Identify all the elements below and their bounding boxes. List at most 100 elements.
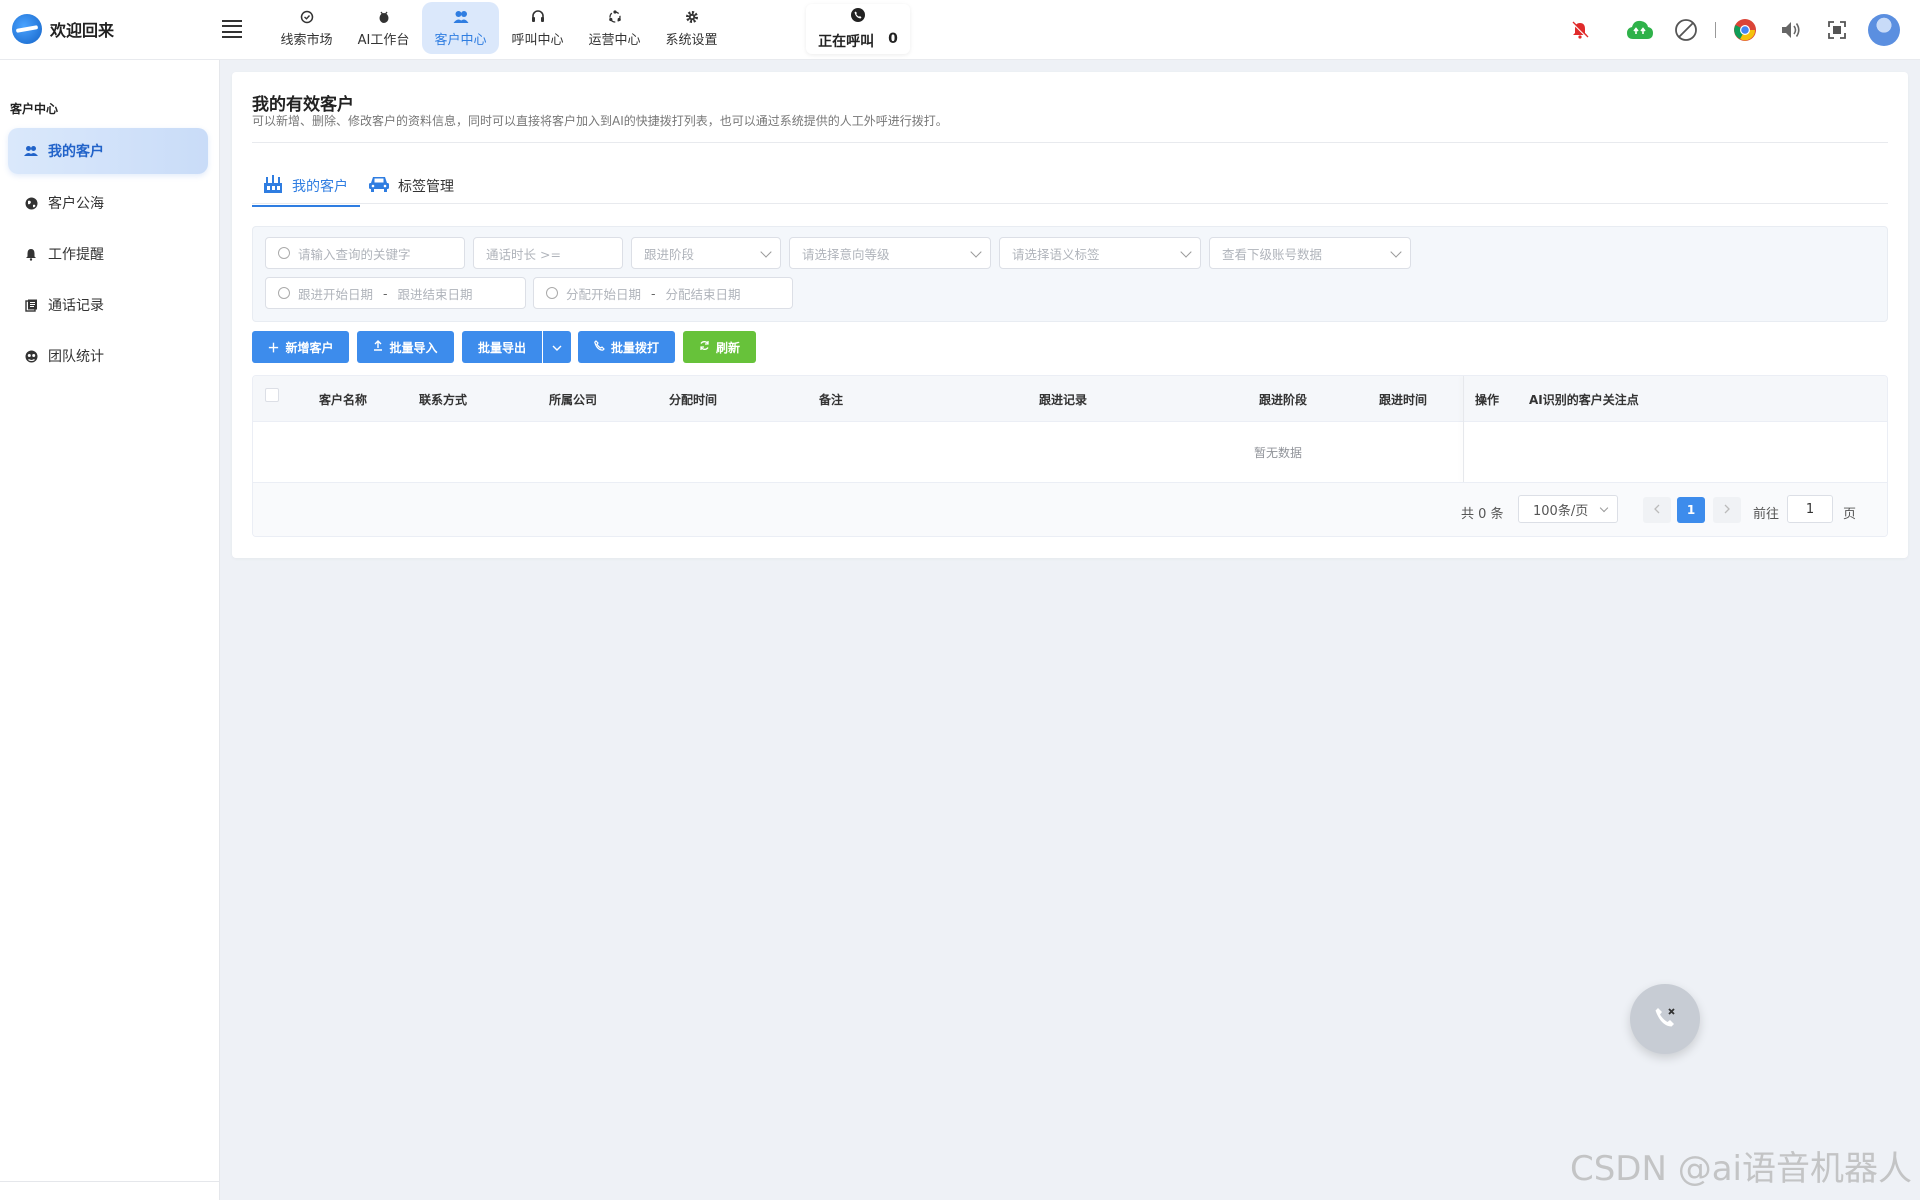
chrome-icon[interactable]	[1722, 14, 1768, 46]
tab-label: 我的客户	[292, 179, 348, 195]
clock-icon	[546, 287, 558, 299]
nav-label: 运营中心	[588, 32, 641, 48]
nav-item-settings[interactable]: 系统设置	[653, 2, 730, 54]
sidebar-item-label: 客户公海	[48, 196, 104, 212]
brand-title: 欢迎回来	[50, 21, 115, 40]
export-dropdown-button[interactable]	[543, 331, 571, 363]
column-header[interactable]: 跟进阶段	[1259, 391, 1307, 408]
factory-icon	[262, 174, 284, 198]
column-header[interactable]: 联系方式	[419, 391, 467, 408]
sidebar-title: 客户中心	[10, 102, 59, 116]
nav-label: AI工作台	[357, 32, 410, 48]
cloud-sync-icon[interactable]	[1617, 14, 1663, 46]
placeholder-text: 跟进阶段	[644, 246, 695, 262]
block-icon[interactable]	[1663, 14, 1709, 46]
chevron-down-icon	[970, 246, 982, 258]
start-date-placeholder: 分配开始日期	[566, 286, 642, 302]
nav-item-ai-workbench[interactable]: AI工作台	[345, 2, 422, 54]
sidebar-item-label: 团队统计	[48, 349, 104, 365]
tabs: 我的客户 标签管理	[252, 168, 464, 207]
bell-icon	[24, 247, 38, 261]
users-icon	[453, 9, 469, 25]
assign-date-range[interactable]: 分配开始日期 - 分配结束日期	[533, 277, 793, 309]
column-header[interactable]: 客户名称	[319, 391, 367, 408]
empty-state: 暂无数据	[1253, 445, 1302, 460]
sidebar-item-public-pool[interactable]: 客户公海	[8, 180, 208, 226]
table-header: 客户名称 联系方式 所属公司 分配时间 备注 跟进记录 跟进阶段 跟进时间 AI…	[253, 376, 1887, 422]
goto-label: 前往	[1753, 507, 1780, 522]
add-customer-button[interactable]: ＋ 新增客户	[252, 331, 349, 363]
volume-icon[interactable]	[1768, 14, 1814, 46]
brand[interactable]: 欢迎回来	[12, 14, 114, 44]
follow-date-range[interactable]: 跟进开始日期 - 跟进结束日期	[265, 277, 526, 309]
select-all-checkbox[interactable]	[265, 388, 279, 402]
chevron-right-icon	[1724, 503, 1730, 517]
column-header[interactable]: 备注	[819, 391, 843, 408]
nav-label: 线索市场	[280, 32, 333, 48]
sidebar-item-work-reminder[interactable]: 工作提醒	[8, 231, 208, 277]
top-bar: 欢迎回来 线索市场 AI工作台 客户中心 呼叫中心 运营中心 系统设置 正在呼叫…	[0, 0, 1920, 60]
placeholder-text: 查看下级账号数据	[1222, 246, 1323, 262]
nav-label: 客户中心	[434, 32, 487, 48]
fullscreen-icon[interactable]	[1814, 14, 1860, 46]
sidebar-item-label: 我的客户	[48, 144, 104, 160]
refresh-button[interactable]: 刷新	[683, 331, 756, 363]
refresh-icon	[699, 340, 710, 354]
placeholder-text: 通话时长 >=	[486, 246, 561, 262]
page-number-button[interactable]: 1	[1677, 497, 1705, 523]
chevron-down-icon	[1390, 246, 1402, 258]
column-header[interactable]: 所属公司	[549, 391, 597, 408]
next-page-button[interactable]	[1713, 497, 1741, 523]
separator	[1715, 22, 1716, 38]
sidebar-item-call-records[interactable]: 通话记录	[8, 282, 208, 328]
calling-label: 正在呼叫	[818, 34, 875, 50]
column-header[interactable]: 分配时间	[669, 391, 717, 408]
nav-label: 系统设置	[665, 32, 718, 48]
bell-off-icon[interactable]	[1557, 14, 1603, 46]
chevron-down-icon	[1599, 503, 1609, 513]
call-duration-input[interactable]: 通话时长 >=	[473, 237, 623, 269]
batch-export-button[interactable]: 批量导出	[462, 331, 542, 363]
nav-item-call-center[interactable]: 呼叫中心	[499, 2, 576, 54]
subaccount-select[interactable]: 查看下级账号数据	[1209, 237, 1411, 269]
intent-level-select[interactable]: 请选择意向等级	[789, 237, 991, 269]
column-header[interactable]: 操作	[1475, 391, 1499, 408]
bug-icon	[376, 9, 392, 25]
calling-count: 0	[888, 31, 898, 47]
globe-icon	[24, 196, 38, 210]
sidebar-item-my-customers[interactable]: 我的客户	[8, 128, 208, 174]
page-size-select[interactable]: 100条/页	[1518, 495, 1618, 523]
end-date-placeholder: 跟进结束日期	[397, 286, 473, 302]
menu-toggle-icon[interactable]	[222, 20, 242, 38]
chevron-down-icon	[760, 246, 772, 258]
batch-dial-button[interactable]: 批量拨打	[578, 331, 675, 363]
gear-icon	[684, 9, 700, 25]
nav-item-customer-center[interactable]: 客户中心	[422, 2, 499, 54]
button-label: 批量导出	[477, 340, 526, 355]
phone-off-icon	[1651, 1003, 1679, 1035]
start-date-placeholder: 跟进开始日期	[298, 286, 374, 302]
calling-status[interactable]: 正在呼叫 0	[806, 4, 910, 54]
prev-page-button[interactable]	[1643, 497, 1671, 523]
semantic-tag-select[interactable]: 请选择语义标签	[999, 237, 1201, 269]
column-header[interactable]: 跟进记录	[1039, 391, 1087, 408]
user-avatar[interactable]	[1868, 14, 1900, 46]
keyword-search-input[interactable]: 请输入查询的关键字	[265, 237, 465, 269]
range-separator: -	[383, 285, 388, 301]
column-header[interactable]: 跟进时间	[1379, 391, 1427, 408]
floating-hangup-button[interactable]	[1630, 984, 1700, 1054]
goto-page-input[interactable]: 1	[1787, 495, 1833, 523]
nav-item-leads[interactable]: 线索市场	[268, 2, 345, 54]
tab-tag-management[interactable]: 标签管理	[358, 168, 464, 204]
phone-icon	[594, 340, 605, 354]
logo-icon	[12, 14, 42, 44]
sidebar-item-team-stats[interactable]: 团队统计	[8, 333, 208, 379]
follow-stage-select[interactable]: 跟进阶段	[631, 237, 781, 269]
divider	[0, 1181, 219, 1182]
tab-my-customers[interactable]: 我的客户	[252, 168, 360, 207]
sidebar-item-label: 工作提醒	[48, 247, 104, 263]
placeholder-text: 请选择意向等级	[802, 246, 890, 262]
nav-item-operations[interactable]: 运营中心	[576, 2, 653, 54]
batch-import-button[interactable]: 批量导入	[357, 331, 454, 363]
column-header[interactable]: AI识别的客户关注点	[1529, 391, 1639, 408]
